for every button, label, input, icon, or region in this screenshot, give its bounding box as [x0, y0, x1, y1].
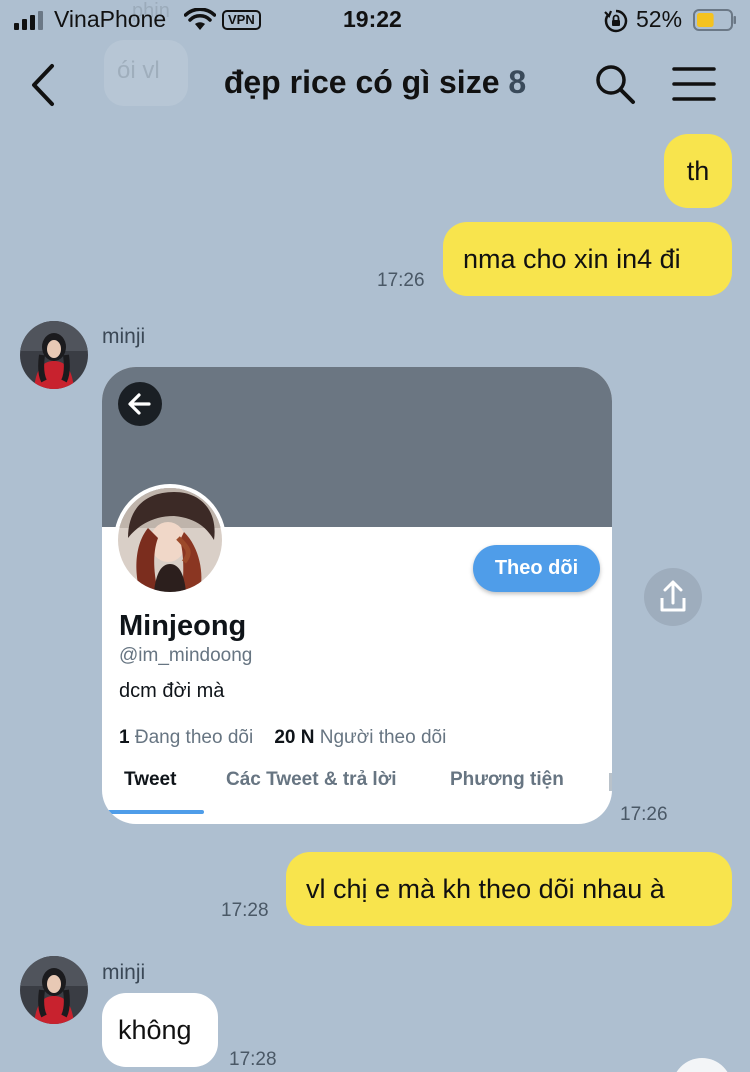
arrow-left-icon: [128, 393, 151, 415]
tab-edge: [609, 773, 612, 791]
outgoing-message-bubble[interactable]: th: [664, 134, 732, 208]
battery-icon: [693, 9, 736, 31]
tab-media: Phương tiện: [450, 769, 564, 790]
follow-button: Theo dõi: [473, 545, 600, 592]
scroll-down-button[interactable]: [672, 1058, 732, 1072]
member-count: 8: [508, 64, 527, 100]
message-time: 17:26: [377, 270, 425, 291]
share-icon: [660, 580, 686, 612]
profile-card-image[interactable]: Theo dõi Minjeong @im_mindoong dcm đời m…: [102, 367, 612, 824]
message-time: 17:28: [221, 900, 269, 921]
profile-stats: 1 Đang theo dõi 20 N Người theo dõi: [119, 727, 446, 749]
message-text: th: [686, 155, 710, 186]
ghost-sender-name: phin: [132, 0, 170, 22]
following-count: 1: [119, 727, 130, 748]
sender-name: minji: [102, 325, 146, 348]
message-text: không: [118, 1014, 192, 1045]
profile-bio: dcm đời mà: [119, 680, 225, 702]
group-name: đẹp rice có gì size: [223, 64, 500, 100]
avatar-image: [20, 956, 88, 1024]
profile-picture: [114, 484, 226, 596]
avatar[interactable]: [20, 321, 88, 389]
avatar[interactable]: [20, 956, 88, 1024]
outgoing-message-bubble[interactable]: nma cho xin in4 đi: [443, 222, 732, 296]
menu-icon[interactable]: [670, 64, 718, 104]
chat-title[interactable]: đẹp rice có gì size 8: [0, 64, 750, 101]
message-time: 17:26: [620, 804, 668, 825]
following-label: Đang theo dõi: [134, 727, 254, 748]
incoming-message-bubble[interactable]: không: [102, 993, 218, 1067]
search-icon[interactable]: [593, 62, 637, 106]
active-tab-indicator: [102, 810, 204, 814]
status-bar: VinaPhone VPN 19:22 52%: [0, 0, 750, 42]
wifi-icon: [184, 8, 216, 30]
card-back-button: [118, 382, 162, 426]
followers-label: Người theo dõi: [319, 727, 447, 748]
message-text: nma cho xin in4 đi: [463, 243, 681, 274]
avatar-image: [20, 321, 88, 389]
profile-display-name: Minjeong: [119, 610, 247, 642]
signal-icon: [14, 11, 43, 30]
profile-handle: @im_mindoong: [119, 645, 253, 666]
tab-tweet: Tweet: [124, 769, 177, 790]
status-time: 19:22: [343, 6, 402, 32]
followers-count: 20 N: [274, 727, 315, 748]
vpn-badge: VPN: [222, 10, 261, 30]
rotation-lock-icon: [604, 9, 628, 33]
share-button[interactable]: [644, 568, 702, 626]
message-text: vl chị e mà kh theo dõi nhau à: [306, 873, 665, 904]
tab-tweets-replies: Các Tweet & trả lời: [226, 769, 397, 790]
outgoing-message-bubble[interactable]: vl chị e mà kh theo dõi nhau à: [286, 852, 732, 926]
sender-name: minji: [102, 961, 146, 984]
message-time: 17:28: [229, 1049, 277, 1070]
battery-percent: 52%: [636, 6, 683, 32]
